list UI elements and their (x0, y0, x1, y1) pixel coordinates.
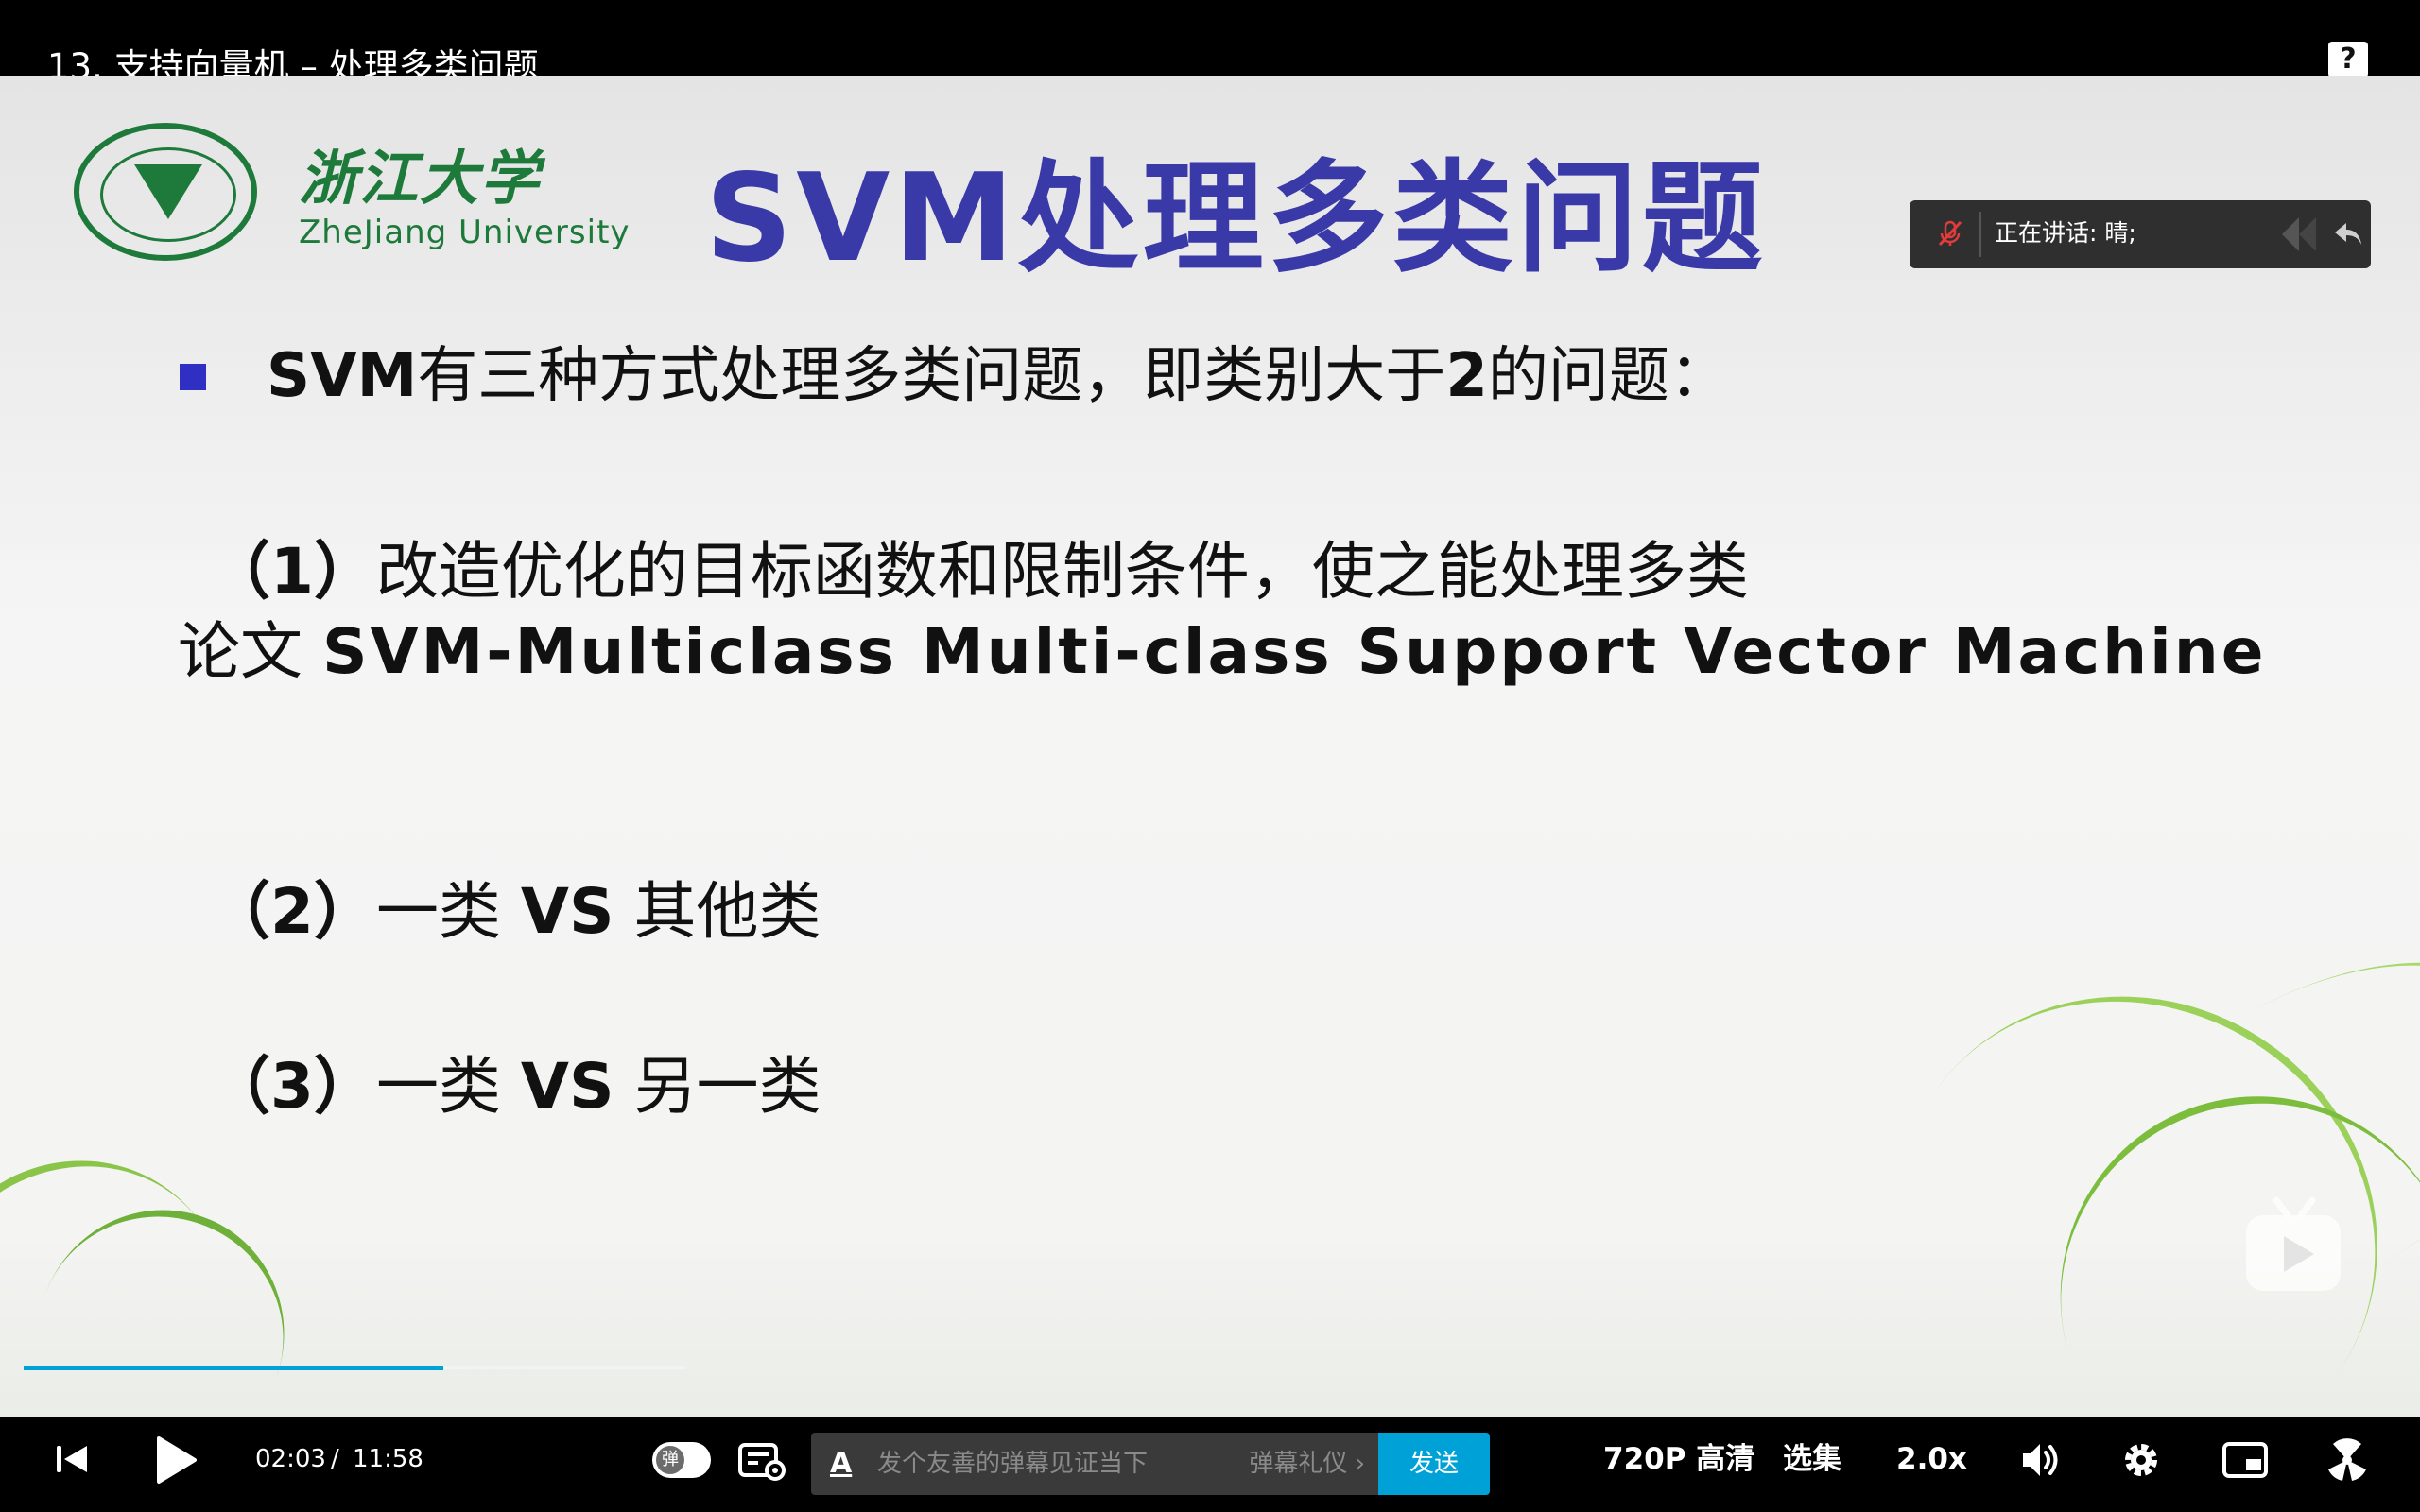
bullet-bold-2: 2 (1445, 341, 1488, 411)
mic-muted-icon[interactable] (1936, 219, 1964, 248)
university-seal-logo (74, 123, 257, 261)
item-2-vs: VS (520, 875, 614, 948)
help-button[interactable]: ? (2328, 42, 2368, 77)
speed-selector[interactable]: 2.0x (1896, 1440, 1967, 1478)
volume-icon[interactable] (2017, 1438, 2061, 1482)
font-style-icon[interactable]: A (830, 1450, 858, 1480)
danmaku-toggle[interactable]: 弹 (652, 1442, 711, 1478)
item-1-number: （1） (208, 535, 376, 608)
time-total: 11:58 (353, 1445, 424, 1473)
university-name-en: ZheJiang University (299, 214, 631, 251)
danmaku-toggle-knob: 弹 (656, 1446, 684, 1474)
speaking-indicator: 正在讲话: 晴; (1910, 200, 2371, 268)
item-3-vs: VS (520, 1050, 614, 1123)
danmaku-placeholder: 发个友善的弹幕见证当下 (877, 1450, 1149, 1478)
top-bar: 13. 支持向量机 – 处理多类问题 ? (0, 0, 2420, 87)
item-3-number: （3） (208, 1050, 376, 1123)
episodes-button[interactable]: 选集 (1783, 1440, 1841, 1478)
danmaku-input[interactable]: A 发个友善的弹幕见证当下 弹幕礼仪 › (811, 1433, 1378, 1495)
widescreen-icon[interactable] (2221, 1440, 2269, 1480)
item-2-pre: 一类 (375, 875, 521, 948)
bullet-bold-svm: SVM (267, 341, 418, 411)
danmaku-etiquette-link[interactable]: 弹幕礼仪 › (1249, 1448, 1365, 1480)
bullet-text-part1: 有三种方式处理多类问题，即类别大于 (417, 341, 1446, 411)
item-1-text: 改造优化的目标函数和限制条件，使之能处理多类 (375, 535, 1749, 608)
settings-gear-icon[interactable] (2119, 1438, 2163, 1482)
time-current: 02:03 (255, 1445, 326, 1473)
item-3-post: 另一类 (614, 1050, 821, 1123)
paper-reference: 论文 SVM-Multiclass Multi-class Support Ve… (178, 614, 2352, 690)
bullet-text-part2: 的问题： (1487, 341, 1730, 411)
video-area[interactable]: 浙江大学 ZheJiang University SVM处理多类问题 SVM有三… (0, 76, 2420, 1436)
speaking-divider (1979, 212, 1981, 257)
send-button[interactable]: 发送 (1378, 1433, 1490, 1495)
item-3-pre: 一类 (375, 1050, 521, 1123)
item-2: （2）一类 VS 其他类 (208, 869, 821, 954)
progress-played[interactable] (24, 1366, 443, 1370)
item-3: （3）一类 VS 另一类 (208, 1044, 821, 1129)
danmaku-settings-icon[interactable] (737, 1440, 786, 1482)
paper-title: SVM-Multiclass Multi-class Support Vecto… (321, 615, 2267, 688)
item-2-number: （2） (208, 875, 376, 948)
quality-selector[interactable]: 720P 高清 (1603, 1440, 1754, 1478)
speaking-text: 正在讲话: 晴; (1995, 219, 2136, 247)
bullet-square-icon (180, 364, 206, 390)
voice-wave-icon (2282, 217, 2316, 251)
university-name-cn: 浙江大学 (299, 144, 542, 213)
play-icon[interactable] (151, 1435, 199, 1486)
item-2-post: 其他类 (614, 875, 821, 948)
tv-logo-watermark-icon (2246, 1196, 2341, 1291)
time-separator: / (331, 1445, 339, 1473)
control-bar: 02:03 / 11:58 弹 A 发个友善的弹幕见证当下 弹幕礼仪 › 发送 … (0, 1418, 2420, 1512)
reply-arrow-icon[interactable] (2333, 219, 2363, 248)
fullscreen-icon[interactable] (2324, 1436, 2371, 1484)
previous-icon[interactable] (53, 1440, 91, 1478)
bullet-text: SVM有三种方式处理多类问题，即类别大于2的问题： (267, 331, 1730, 421)
paper-prefix: 论文 (178, 615, 322, 688)
item-1: （1）改造优化的目标函数和限制条件，使之能处理多类 (208, 529, 1749, 614)
slide-title: SVM处理多类问题 (705, 148, 1767, 289)
